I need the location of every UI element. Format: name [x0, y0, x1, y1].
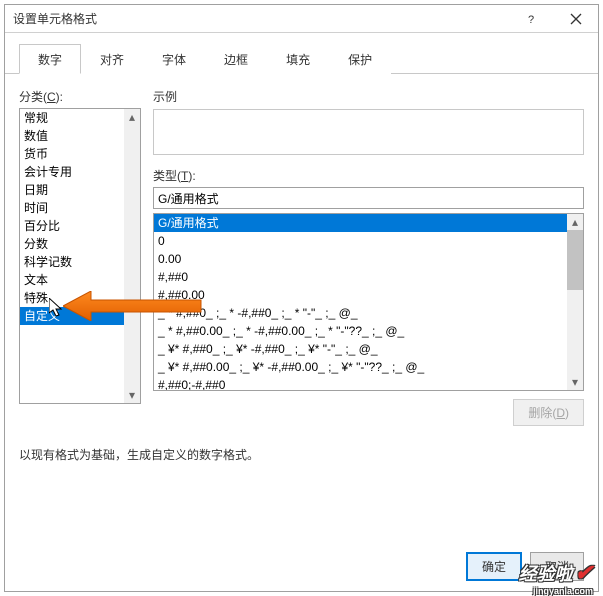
tab-fill[interactable]: 填充	[267, 44, 329, 74]
type-item[interactable]: _ * #,##0_ ;_ * -#,##0_ ;_ * "-"_ ;_ @_	[154, 304, 583, 322]
type-item[interactable]: _ ¥* #,##0_ ;_ ¥* -#,##0_ ;_ ¥* "-"_ ;_ …	[154, 340, 583, 358]
tab-number[interactable]: 数字	[19, 44, 81, 74]
svg-text:?: ?	[528, 14, 534, 25]
category-item-currency[interactable]: 货币	[20, 145, 140, 163]
ok-button[interactable]: 确定	[466, 552, 522, 581]
type-item[interactable]: _ ¥* #,##0.00_ ;_ ¥* -#,##0.00_ ;_ ¥* "-…	[154, 358, 583, 376]
category-item-general[interactable]: 常规	[20, 109, 140, 127]
type-listbox[interactable]: G/通用格式 0 0.00 #,##0 #,##0.00 _ * #,##0_ …	[153, 213, 584, 391]
type-item[interactable]: #,##0.00	[154, 286, 583, 304]
delete-button[interactable]: 删除(D)	[513, 399, 584, 426]
category-item-number[interactable]: 数值	[20, 127, 140, 145]
type-item[interactable]: 0.00	[154, 250, 583, 268]
scroll-down-icon[interactable]: ▾	[567, 374, 583, 390]
type-item[interactable]: G/通用格式	[154, 214, 583, 232]
type-item[interactable]: _ * #,##0.00_ ;_ * -#,##0.00_ ;_ * "-"??…	[154, 322, 583, 340]
window-title: 设置单元格格式	[5, 10, 508, 27]
category-scrollbar[interactable]: ▴ ▾	[124, 109, 140, 403]
dialog-footer: 确定 取消	[19, 538, 584, 581]
cancel-button[interactable]: 取消	[530, 552, 584, 581]
type-item[interactable]: 0	[154, 232, 583, 250]
description-text: 以现有格式为基础，生成自定义的数字格式。	[19, 446, 584, 463]
format-cells-dialog: 设置单元格格式 ? 数字 对齐 字体 边框 填充 保护 分类(C): 常规 数值	[4, 4, 599, 592]
type-item[interactable]: #,##0	[154, 268, 583, 286]
type-input[interactable]	[153, 187, 584, 209]
scroll-down-icon[interactable]: ▾	[124, 387, 140, 403]
category-listbox[interactable]: 常规 数值 货币 会计专用 日期 时间 百分比 分数 科学记数 文本 特殊 自定…	[19, 108, 141, 404]
close-button[interactable]	[553, 5, 598, 33]
type-scrollbar[interactable]: ▴ ▾	[567, 214, 583, 390]
category-item-text[interactable]: 文本	[20, 271, 140, 289]
category-item-custom[interactable]: 自定义	[20, 307, 140, 325]
tab-bar: 数字 对齐 字体 边框 填充 保护	[5, 33, 598, 74]
titlebar: 设置单元格格式 ?	[5, 5, 598, 33]
tab-protection[interactable]: 保护	[329, 44, 391, 74]
category-label: 分类(C):	[19, 88, 141, 105]
tab-border[interactable]: 边框	[205, 44, 267, 74]
type-label: 类型(T):	[153, 167, 584, 184]
category-item-percentage[interactable]: 百分比	[20, 217, 140, 235]
tab-alignment[interactable]: 对齐	[81, 44, 143, 74]
category-item-special[interactable]: 特殊	[20, 289, 140, 307]
scroll-up-icon[interactable]: ▴	[567, 214, 583, 230]
scroll-thumb[interactable]	[567, 230, 583, 290]
help-button[interactable]: ?	[508, 5, 553, 33]
category-item-date[interactable]: 日期	[20, 181, 140, 199]
category-item-time[interactable]: 时间	[20, 199, 140, 217]
sample-label: 示例	[153, 88, 584, 105]
category-item-scientific[interactable]: 科学记数	[20, 253, 140, 271]
tab-font[interactable]: 字体	[143, 44, 205, 74]
sample-box	[153, 109, 584, 155]
category-item-fraction[interactable]: 分数	[20, 235, 140, 253]
scroll-up-icon[interactable]: ▴	[124, 109, 140, 125]
type-item[interactable]: #,##0;-#,##0	[154, 376, 583, 391]
dialog-body: 分类(C): 常规 数值 货币 会计专用 日期 时间 百分比 分数 科学记数 文…	[5, 74, 598, 591]
category-item-accounting[interactable]: 会计专用	[20, 163, 140, 181]
